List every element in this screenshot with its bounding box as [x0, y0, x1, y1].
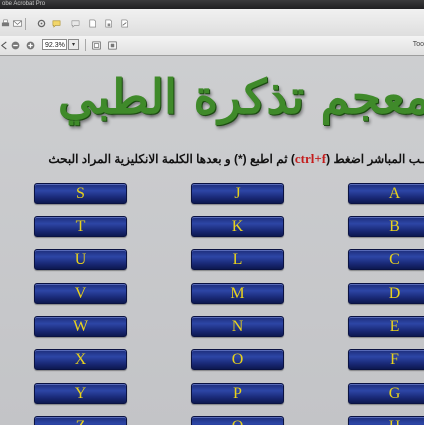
annotation-icon[interactable] — [71, 19, 80, 28]
letter-label: F — [390, 351, 399, 368]
letter-label: H — [389, 418, 401, 425]
letter-label: E — [389, 318, 400, 335]
gear-icon[interactable] — [37, 19, 46, 28]
letter-label: O — [231, 351, 244, 368]
letter-label: B — [389, 218, 400, 235]
document-icon[interactable] — [88, 19, 97, 28]
previous-page-icon[interactable] — [0, 41, 9, 50]
letter-button-x[interactable]: X — [34, 349, 127, 370]
letter-button-g[interactable]: G — [348, 383, 424, 404]
window-title: obe Acrobat Pro — [2, 1, 46, 7]
toolbar-separator — [85, 39, 86, 51]
document-page: معجم تذكرة الطبي ـب المباشر اضغط (ctrl+f… — [0, 56, 424, 425]
tools-pane-link[interactable]: Too — [413, 38, 424, 52]
instruction-text-after: ) ثم اطبع (*) و بعدها الكلمة الانكليزية … — [48, 152, 295, 166]
letter-label: X — [74, 351, 87, 368]
letter-label: A — [388, 185, 401, 202]
letter-label: K — [231, 218, 244, 235]
letter-label: V — [74, 285, 87, 302]
page-toolbar: 92.3% ▾ Too — [0, 36, 424, 56]
letter-button-c[interactable]: C — [348, 249, 424, 270]
letter-button-b[interactable]: B — [348, 216, 424, 237]
fit-width-icon[interactable] — [92, 41, 101, 50]
letter-button-l[interactable]: L — [191, 249, 284, 270]
toolbar-separator — [25, 18, 26, 30]
letter-button-y[interactable]: Y — [34, 383, 127, 404]
print-icon[interactable] — [1, 19, 10, 28]
letter-button-k[interactable]: K — [191, 216, 284, 237]
letter-label: D — [388, 285, 401, 302]
comment-icon[interactable] — [52, 19, 61, 28]
letter-button-h[interactable]: H — [348, 416, 424, 425]
letter-button-m[interactable]: M — [191, 283, 284, 304]
letter-label: Q — [232, 418, 244, 425]
letter-label: W — [72, 318, 89, 335]
letter-button-s[interactable]: S — [34, 183, 127, 204]
letter-label: C — [389, 251, 400, 268]
fit-page-icon[interactable] — [108, 41, 117, 50]
letter-button-w[interactable]: W — [34, 316, 127, 337]
document-lock-icon[interactable] — [104, 19, 113, 28]
letter-label: N — [231, 318, 244, 335]
letter-button-j[interactable]: J — [191, 183, 284, 204]
letter-button-t[interactable]: T — [34, 216, 127, 237]
letter-button-o[interactable]: O — [191, 349, 284, 370]
letter-label: Y — [74, 385, 87, 402]
instruction-text-before: ـب المباشر اضغط ( — [326, 152, 424, 166]
letter-button-d[interactable]: D — [348, 283, 424, 304]
zoom-level-input[interactable]: 92.3% — [42, 39, 67, 50]
title-bar: obe Acrobat Pro — [0, 0, 424, 9]
letter-button-a[interactable]: A — [348, 183, 424, 204]
letter-button-e[interactable]: E — [348, 316, 424, 337]
letter-label: T — [75, 218, 86, 235]
letter-button-n[interactable]: N — [191, 316, 284, 337]
letter-label: L — [232, 251, 243, 268]
document-sign-icon[interactable] — [120, 19, 129, 28]
document-title: معجم تذكرة الطبي — [57, 70, 424, 125]
letter-label: G — [388, 385, 401, 402]
letter-label: S — [76, 185, 85, 202]
letter-label: Z — [76, 418, 86, 425]
letter-button-z[interactable]: Z — [34, 416, 127, 425]
email-icon[interactable] — [13, 19, 22, 28]
letter-label: M — [230, 285, 245, 302]
letter-label: J — [234, 185, 241, 202]
zoom-out-icon[interactable] — [11, 41, 20, 50]
letter-button-v[interactable]: V — [34, 283, 127, 304]
letter-label: U — [74, 251, 87, 268]
zoom-in-icon[interactable] — [26, 41, 35, 50]
letter-button-f[interactable]: F — [348, 349, 424, 370]
letter-button-q[interactable]: Q — [191, 416, 284, 425]
letter-label: P — [233, 385, 242, 402]
search-instruction: ـب المباشر اضغط (ctrl+f) ثم اطبع (*) و ب… — [48, 151, 424, 167]
letter-button-u[interactable]: U — [34, 249, 127, 270]
shortcut-key: ctrl+f — [294, 151, 327, 166]
main-toolbar — [0, 9, 424, 36]
letter-button-p[interactable]: P — [191, 383, 284, 404]
zoom-dropdown-chevron-icon[interactable]: ▾ — [68, 39, 79, 50]
